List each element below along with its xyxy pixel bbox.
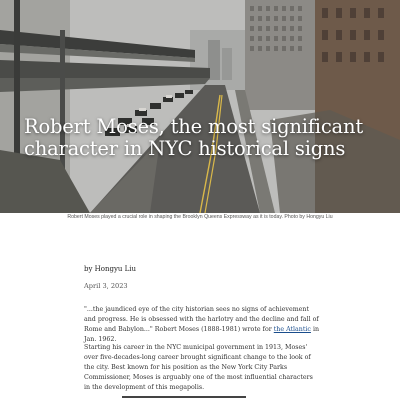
hero-image: Robert Moses, the most significant chara…	[0, 0, 400, 213]
atlantic-link[interactable]: the Atlantic	[274, 326, 311, 333]
paragraph: "...the jaundiced eye of the city histor…	[84, 305, 320, 345]
article-title: Robert Moses, the most significant chara…	[24, 115, 363, 160]
photo-caption: Robert Moses played a crucial role in sh…	[67, 214, 333, 220]
article-body: by Hongyu Liu April 3, 2023 "...the jaun…	[84, 264, 320, 391]
expressway-photo	[0, 0, 400, 213]
byline: by Hongyu Liu	[84, 265, 137, 273]
publish-date: April 3, 2023	[84, 282, 128, 290]
image-top-edge	[122, 396, 246, 398]
paragraph: Starting his career in the NYC municipal…	[84, 344, 313, 391]
